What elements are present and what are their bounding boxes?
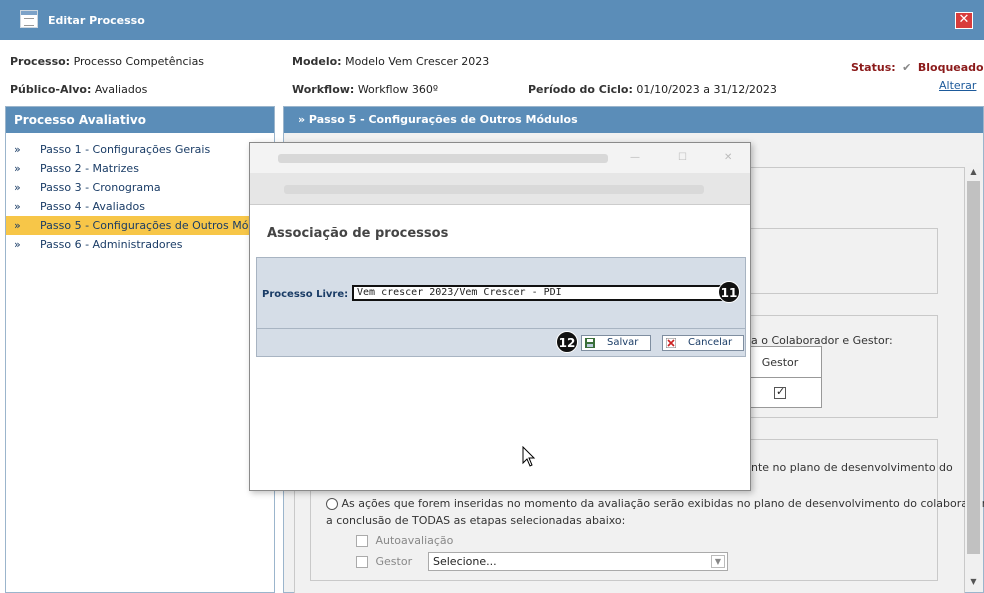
autoavaliacao-checkbox[interactable]	[356, 535, 368, 547]
chevron-right-icon: »	[14, 162, 21, 175]
sidebar-item-passo-2[interactable]: » Passo 2 - Matrizes	[6, 159, 274, 178]
processo-value: Processo Competências	[73, 55, 205, 68]
scroll-up-icon[interactable]: ▲	[965, 165, 982, 179]
autoavaliacao-label: Autoavaliação	[375, 534, 454, 547]
sidebar-list: » Passo 1 - Configurações Gerais » Passo 2…	[6, 140, 278, 254]
processo-livre-label: Processo Livre:	[262, 289, 349, 300]
modelo-value: Modelo Vem Crescer 2023	[345, 55, 490, 68]
radio-label-line2: a conclusão de TODAS as etapas seleciona…	[326, 514, 626, 527]
sidebar-item-passo-3[interactable]: » Passo 3 - Cronograma	[6, 178, 274, 197]
dialog-body: Associação de processos Processo Livre: …	[250, 205, 750, 490]
sidebar-item-label: Passo 5 - Configurações de Outros Módulo…	[40, 219, 278, 232]
floppy-icon	[585, 338, 595, 348]
sidebar-item-label: Passo 6 - Administradores	[40, 238, 183, 251]
chevron-down-icon: ▼	[711, 555, 725, 568]
minimize-icon[interactable]: —	[630, 153, 640, 163]
periodo-info: Período do Ciclo: 01/10/2023 a 31/12/202…	[528, 83, 777, 96]
chevron-right-icon: »	[14, 200, 21, 213]
plano-text: nte no plano de desenvolvimento do	[751, 461, 953, 474]
workflow-info: Workflow: Workflow 360º	[292, 83, 438, 96]
sidebar-item-passo-5[interactable]: » Passo 5 - Configurações de Outros Módul…	[6, 216, 278, 235]
workflow-label: Workflow:	[292, 83, 355, 96]
sidebar: Processo Avaliativo » Passo 1 - Configura…	[5, 106, 278, 593]
blurred-window-title	[278, 154, 608, 163]
gestor-option-label: Gestor	[375, 555, 413, 568]
processo-info: Processo: Processo Competências	[10, 55, 204, 68]
dialog-form: Processo Livre: Vem crescer 2023/Vem Cre…	[256, 257, 746, 357]
publico-value: Avaliados	[94, 83, 148, 96]
sidebar-title: Processo Avaliativo	[6, 107, 274, 133]
sidebar-item-label: Passo 2 - Matrizes	[40, 162, 139, 175]
gestor-select-value: Selecione...	[433, 555, 497, 568]
check-icon: ✔	[902, 61, 912, 74]
radio-label-line1: As ações que forem inseridas no momento …	[341, 497, 984, 510]
processo-livre-input[interactable]: Vem crescer 2023/Vem Crescer - PDI	[352, 285, 727, 301]
sidebar-item-label: Passo 4 - Avaliados	[40, 200, 145, 213]
status-value: Bloqueado	[917, 61, 984, 74]
sidebar-item-label: Passo 1 - Configurações Gerais	[40, 143, 211, 156]
chevron-right-icon: »	[14, 181, 21, 194]
gestor-cell	[739, 378, 821, 408]
step-badge-12: 12	[556, 331, 578, 353]
publico-info: Público-Alvo: Avaliados	[10, 83, 147, 96]
cancel-label: Cancelar	[688, 337, 733, 348]
save-button[interactable]: Salvar	[581, 335, 651, 351]
main-title: » Passo 5 - Configurações de Outros Módu…	[284, 107, 983, 133]
gestor-checkbox[interactable]	[774, 385, 786, 399]
close-icon[interactable]: ✕	[724, 153, 734, 163]
maximize-icon[interactable]: ☐	[678, 153, 688, 163]
cancel-button[interactable]: Cancelar	[662, 335, 744, 351]
publico-label: Público-Alvo:	[10, 83, 92, 96]
sidebar-item-passo-4[interactable]: » Passo 4 - Avaliados	[6, 197, 274, 216]
radio-button[interactable]	[326, 498, 338, 510]
radio-option[interactable]: As ações que forem inseridas no momento …	[326, 497, 984, 510]
dialog-urlbar	[250, 173, 750, 205]
autoavaliacao-option[interactable]: Autoavaliação	[356, 534, 453, 547]
processo-label: Processo:	[10, 55, 71, 68]
chevron-right-icon: »	[14, 143, 21, 156]
scrollbar[interactable]: ▲ ▼	[965, 163, 982, 591]
workflow-value: Workflow 360º	[357, 83, 438, 96]
scroll-down-icon[interactable]: ▼	[965, 575, 982, 589]
sidebar-item-passo-6[interactable]: » Passo 6 - Administradores	[6, 235, 274, 254]
association-dialog: — ☐ ✕ Associação de processos Processo L…	[249, 142, 751, 491]
periodo-label: Período do Ciclo:	[528, 83, 633, 96]
scrollbar-thumb[interactable]	[967, 181, 980, 554]
alterar-link[interactable]: Alterar	[939, 79, 976, 92]
status-label: Status:	[851, 61, 896, 74]
save-label: Salvar	[607, 337, 639, 348]
dialog-heading: Associação de processos	[267, 226, 449, 241]
step-badge-11: 11	[718, 281, 740, 303]
gestor-select[interactable]: Selecione... ▼	[428, 552, 728, 571]
modelo-label: Modelo:	[292, 55, 342, 68]
dialog-titlebar: — ☐ ✕	[250, 143, 750, 173]
chevron-right-icon: »	[14, 238, 21, 251]
gestor-header: Gestor	[739, 347, 821, 378]
form-divider	[257, 328, 745, 329]
gestor-option[interactable]: Gestor	[356, 555, 412, 568]
gestor-option-checkbox[interactable]	[356, 556, 368, 568]
chevron-right-icon: »	[14, 219, 21, 232]
blurred-url	[284, 185, 704, 194]
sidebar-item-label: Passo 3 - Cronograma	[40, 181, 161, 194]
mouse-cursor-icon	[522, 446, 536, 467]
modelo-info: Modelo: Modelo Vem Crescer 2023	[292, 55, 489, 68]
status-badge: Status: ✔ Bloqueado	[851, 61, 984, 74]
cancel-icon	[666, 338, 676, 348]
process-info: Processo: Processo Competências Modelo: …	[0, 0, 984, 104]
sidebar-item-passo-1[interactable]: » Passo 1 - Configurações Gerais	[6, 140, 274, 159]
periodo-value: 01/10/2023 a 31/12/2023	[636, 83, 777, 96]
